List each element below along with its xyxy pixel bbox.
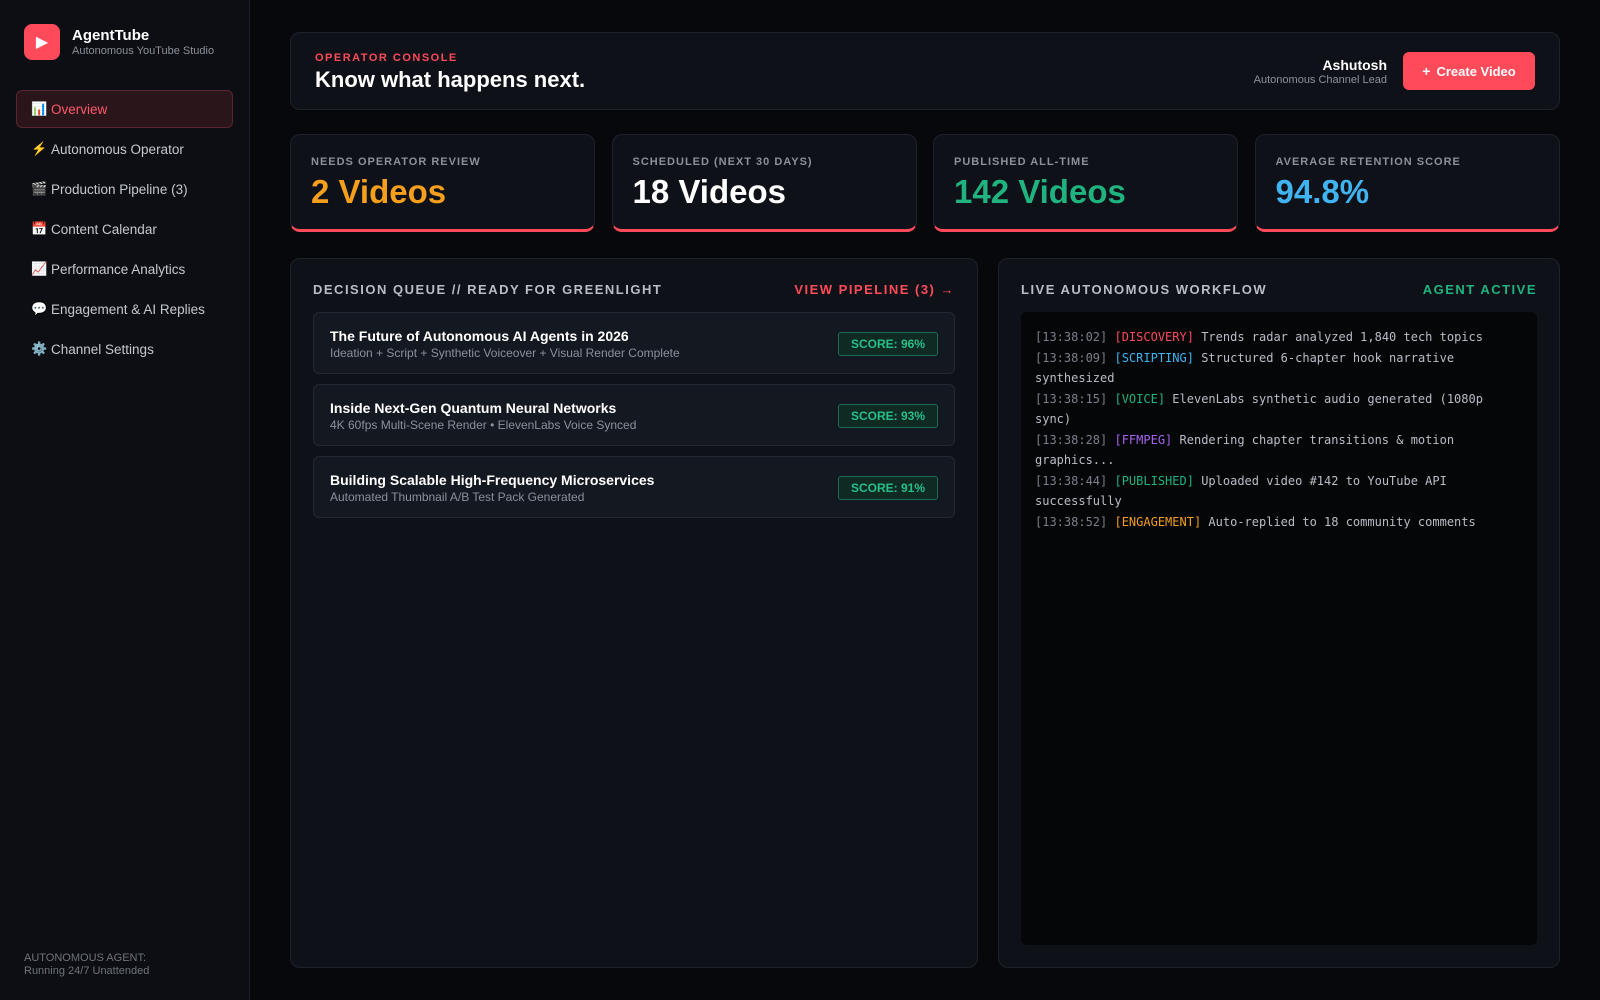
queue-item[interactable]: Inside Next-Gen Quantum Neural Networks … (313, 384, 955, 446)
sidebar-item-overview[interactable]: 📊 Overview (16, 90, 233, 128)
trend-chart-icon: 📈 (31, 261, 48, 276)
log-tag: [FFMPEG] (1114, 432, 1173, 447)
play-icon: ▶ (24, 24, 60, 60)
log-line: [13:38:28] [FFMPEG] Rendering chapter tr… (1035, 430, 1523, 471)
agent-status: AUTONOMOUS AGENT: Running 24/7 Unattende… (24, 952, 149, 978)
log-line: [13:38:44] [PUBLISHED] Uploaded video #1… (1035, 471, 1523, 512)
calendar-icon: 📅 (31, 221, 48, 236)
log-timestamp: [13:38:15] (1035, 391, 1108, 406)
decision-queue-title: DECISION QUEUE // READY FOR GREENLIGHT (313, 282, 663, 297)
sidebar: ▶ AgentTube Autonomous YouTube Studio 📊 … (0, 0, 250, 1000)
queue-item[interactable]: The Future of Autonomous AI Agents in 20… (313, 312, 955, 374)
sidebar-item-engagement[interactable]: 💬 Engagement & AI Replies (16, 290, 233, 328)
stat-label: SCHEDULED (NEXT 30 DAYS) (632, 156, 813, 168)
log-tag: [PUBLISHED] (1114, 473, 1194, 488)
bar-chart-icon: 📊 (31, 101, 48, 116)
app-subtitle: Autonomous YouTube Studio (72, 44, 215, 57)
sidebar-item-label: Content Calendar (51, 221, 157, 237)
queue-item-title: The Future of Autonomous AI Agents in 20… (330, 328, 629, 344)
score-badge: SCORE: 91% (837, 476, 938, 500)
log-line: [13:38:52] [ENGAGEMENT] Auto-replied to … (1035, 512, 1523, 533)
sidebar-item-label: Engagement & AI Replies (51, 301, 205, 317)
live-workflow-title: LIVE AUTONOMOUS WORKFLOW (1021, 282, 1268, 297)
agent-status-value: Running 24/7 Unattended (24, 965, 150, 977)
plus-icon: + (1422, 63, 1431, 79)
sidebar-item-label: Autonomous Operator (51, 141, 184, 157)
log-line: [13:38:02] [DISCOVERY] Trends radar anal… (1035, 327, 1523, 348)
clapperboard-icon: 🎬 (31, 181, 48, 196)
log-timestamp: [13:38:02] (1035, 330, 1108, 344)
brand[interactable]: ▶ AgentTube Autonomous YouTube Studio (24, 24, 214, 60)
log-timestamp: [13:38:44] (1035, 473, 1108, 488)
sidebar-item-label: Channel Settings (51, 341, 154, 357)
stat-value: 142 Videos (954, 173, 1126, 210)
stat-label: PUBLISHED ALL-TIME (954, 156, 1090, 168)
log-line: [13:38:15] [VOICE] ElevenLabs synthetic … (1035, 389, 1523, 430)
log-tag: [DISCOVERY] (1114, 330, 1194, 344)
speech-bubble-icon: 💬 (31, 301, 48, 316)
gear-icon: ⚙️ (31, 341, 48, 356)
decision-queue-panel: DECISION QUEUE // READY FOR GREENLIGHT V… (290, 258, 978, 968)
log-message: Trends radar analyzed 1,840 tech topics (1201, 330, 1483, 344)
log-message: Auto-replied to 18 community comments (1208, 514, 1476, 529)
log-tag: [SCRIPTING] (1114, 350, 1194, 365)
view-pipeline-link[interactable]: VIEW PIPELINE (3) → (794, 282, 955, 297)
score-badge: SCORE: 96% (837, 332, 938, 356)
stats-row: NEEDS OPERATOR REVIEW 2 Videos SCHEDULED… (290, 134, 1560, 232)
user-info[interactable]: Ashutosh Autonomous Channel Lead (1254, 57, 1387, 87)
log-tag: [VOICE] (1114, 391, 1166, 406)
queue-item[interactable]: Building Scalable High-Frequency Microse… (313, 456, 955, 518)
sidebar-item-content-calendar[interactable]: 📅 Content Calendar (16, 210, 233, 248)
stat-value: 94.8% (1275, 173, 1370, 210)
decision-queue-list: The Future of Autonomous AI Agents in 20… (313, 312, 955, 528)
sidebar-item-production-pipeline[interactable]: 🎬 Production Pipeline (3) (16, 170, 233, 208)
stat-card-published[interactable]: PUBLISHED ALL-TIME 142 Videos (933, 134, 1238, 232)
page-title: Know what happens next. (315, 67, 586, 92)
stat-value: 18 Videos (632, 173, 786, 210)
log-tag: [ENGAGEMENT] (1114, 514, 1202, 529)
stat-label: NEEDS OPERATOR REVIEW (311, 156, 481, 168)
console-eyebrow: OPERATOR CONSOLE (315, 52, 458, 64)
queue-item-title: Inside Next-Gen Quantum Neural Networks (330, 400, 617, 416)
stat-value: 2 Videos (311, 173, 447, 210)
stat-label: AVERAGE RETENTION SCORE (1275, 156, 1461, 168)
queue-item-subtitle: Automated Thumbnail A/B Test Pack Genera… (330, 490, 585, 504)
log-timestamp: [13:38:52] (1035, 514, 1108, 529)
stat-card-retention[interactable]: AVERAGE RETENTION SCORE 94.8% (1254, 134, 1560, 232)
create-video-label: Create Video (1436, 63, 1516, 79)
queue-item-subtitle: Ideation + Script + Synthetic Voiceover … (330, 346, 680, 360)
sidebar-nav: 📊 Overview ⚡ Autonomous Operator 🎬 Produ… (16, 90, 233, 370)
log-line: [13:38:09] [SCRIPTING] Structured 6-chap… (1035, 348, 1523, 389)
sidebar-item-channel-settings[interactable]: ⚙️ Channel Settings (16, 330, 233, 368)
log-timestamp: [13:38:09] (1035, 350, 1108, 365)
stat-card-scheduled[interactable]: SCHEDULED (NEXT 30 DAYS) 18 Videos (611, 134, 917, 232)
create-video-button[interactable]: + Create Video (1403, 52, 1535, 90)
operator-header: OPERATOR CONSOLE Know what happens next.… (290, 32, 1560, 110)
user-role: Autonomous Channel Lead (1253, 74, 1387, 86)
sidebar-item-performance-analytics[interactable]: 📈 Performance Analytics (16, 250, 233, 288)
queue-item-title: Building Scalable High-Frequency Microse… (330, 472, 655, 488)
lightning-icon: ⚡ (31, 141, 48, 156)
app-name: AgentTube (72, 26, 150, 44)
user-name: Ashutosh (1322, 57, 1387, 73)
workflow-log-terminal[interactable]: [13:38:02] [DISCOVERY] Trends radar anal… (1021, 312, 1537, 945)
agent-active-badge: AGENT ACTIVE (1422, 282, 1537, 297)
log-timestamp: [13:38:28] (1035, 432, 1108, 447)
queue-item-subtitle: 4K 60fps Multi-Scene Render • ElevenLabs… (330, 418, 637, 432)
brand-text: AgentTube Autonomous YouTube Studio (72, 27, 214, 58)
sidebar-item-label: Production Pipeline (3) (51, 181, 188, 197)
live-workflow-panel: LIVE AUTONOMOUS WORKFLOW AGENT ACTIVE [1… (998, 258, 1560, 968)
score-badge: SCORE: 93% (837, 404, 938, 428)
stat-card-review[interactable]: NEEDS OPERATOR REVIEW 2 Videos (290, 134, 595, 232)
sidebar-item-autonomous-operator[interactable]: ⚡ Autonomous Operator (16, 130, 233, 168)
agent-status-label: AUTONOMOUS AGENT: (24, 952, 147, 964)
sidebar-item-label: Overview (51, 101, 108, 117)
sidebar-item-label: Performance Analytics (51, 261, 186, 277)
